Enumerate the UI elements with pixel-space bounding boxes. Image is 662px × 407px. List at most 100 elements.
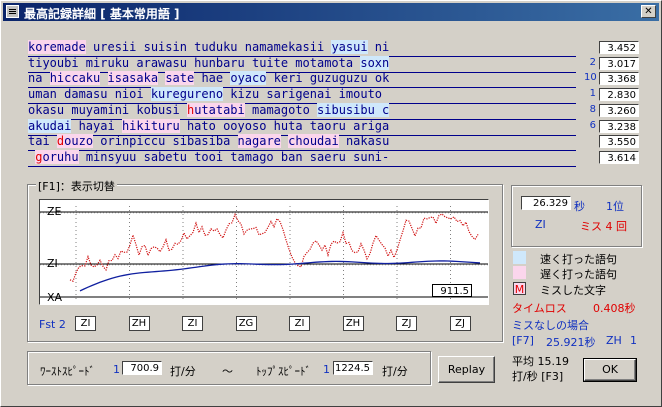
graph-label-top: ZE — [47, 205, 62, 218]
nomiss-rank: ZH — [606, 334, 622, 347]
close-icon[interactable]: ✕ — [641, 5, 656, 18]
slow-legend: 遅く打った語句 — [540, 268, 617, 281]
title-bar: 最高記録詳細 [ 基本常用語 ] ✕ — [3, 3, 659, 21]
top-speed-rank: 1 — [323, 363, 330, 376]
tilde: ～ — [222, 365, 233, 378]
top-speed-unit: 打/分 — [382, 365, 408, 378]
worst-speed-value: 700.9 — [122, 361, 162, 375]
graph-readout: 911.5 — [432, 284, 472, 297]
line-time: 3.260 — [599, 103, 639, 117]
time-unit: 秒 — [574, 200, 585, 213]
slow-word: hikituru — [121, 118, 180, 133]
text-line: okasu muyamini kobusi hutatabi mamagoto … — [28, 102, 576, 120]
section-rank: ZI — [75, 316, 96, 331]
worst-speed-rank: 1 — [113, 363, 120, 376]
fast-word: akudai — [28, 118, 72, 133]
line-time: 3.368 — [599, 72, 639, 86]
text-segment: hayai — [71, 118, 122, 133]
text-segment — [100, 71, 107, 85]
line-time: 3.614 — [599, 150, 639, 164]
text-segment: hae — [194, 71, 231, 86]
text-line: goruhu minsyuu sabetu tooi tamago ban sa… — [28, 149, 576, 167]
window-title: 最高記録詳細 [ 基本常用語 ] — [24, 7, 180, 21]
text-segment: kizu sarigenai imouto — [223, 87, 383, 102]
worst-speed-label: ﾜｰｽﾄｽﾋﾟｰﾄﾞ — [40, 365, 95, 378]
speed-graph — [39, 199, 489, 305]
text-line: na hiccaku isasaka sate hae oyaco keri g… — [28, 71, 576, 89]
text-segment: tiyoubi miruku arawasu hunbaru tuite mot… — [28, 55, 361, 70]
line-time: 3.238 — [599, 119, 639, 133]
text-segment: uresii suisin tuduku namamekasii — [85, 40, 332, 54]
line-miss-position: 10 — [584, 72, 597, 84]
nomiss-place: 1 — [630, 334, 637, 347]
instant-speed-trace — [69, 212, 479, 282]
slow-word: douzo — [56, 134, 94, 149]
line-miss-position: 2 — [589, 56, 596, 68]
text-segment: okasu muyamini kobusi — [28, 102, 187, 117]
section-rank: ZG — [235, 316, 257, 331]
text-line: koremade uresii suisin tuduku namamekasi… — [28, 40, 576, 57]
timeloss-value: 0.408秒 — [593, 302, 636, 315]
nomiss-label: ミスなしの場合 — [512, 319, 589, 332]
fast-word: soxn — [360, 55, 390, 70]
text-segment: orinpiccu sibasiba — [93, 134, 238, 149]
place: 1位 — [606, 200, 624, 213]
top-speed-label: ﾄｯﾌﾟｽﾋﾟｰﾄﾞ — [256, 365, 311, 378]
slow-word: sate — [165, 71, 195, 86]
text-segment: tai — [28, 134, 57, 149]
ok-button[interactable]: OK — [583, 358, 637, 382]
worst-speed-unit: 打/分 — [170, 365, 196, 378]
line-time: 3.452 — [599, 41, 639, 54]
slow-swatch — [513, 266, 526, 279]
average-unit: 打/秒 [F3] — [512, 370, 564, 383]
line-miss-position: 1 — [589, 88, 596, 100]
slow-word: isasaka — [107, 71, 159, 86]
text-line: tai douzo orinpiccu sibasiba nagare chou… — [28, 134, 576, 152]
miss-count: ミス 4 回 — [580, 220, 627, 233]
speed-graph-svg — [40, 206, 488, 299]
text-segment: uman damasu nioi — [28, 87, 151, 102]
fast-word: yasui — [331, 40, 368, 54]
fst-label: Fst 2 — [39, 318, 66, 331]
result-group — [511, 185, 642, 247]
top-speed-value: 1224.5 — [333, 361, 373, 375]
fast-legend: 速く打った語句 — [540, 253, 617, 266]
text-segment: keri guzuguzu ok — [266, 71, 390, 86]
timeloss-label: タイムロス — [512, 302, 567, 315]
section-rank: ZI — [182, 316, 203, 331]
text-segment: ni — [367, 40, 390, 54]
line-time: 3.017 — [599, 56, 639, 70]
line-time: 2.830 — [599, 88, 639, 102]
slow-word: nagare — [237, 134, 281, 149]
section-rank: ZJ — [449, 316, 471, 331]
line-miss-position: 6 — [589, 119, 596, 131]
slow-word: koremade — [28, 40, 86, 54]
section-rank: ZH — [342, 316, 364, 331]
section-rank: ZI — [289, 316, 310, 331]
graph-label-mid: ZI — [47, 257, 58, 270]
text-line: akudai hayai hikituru hato ooyoso huta t… — [28, 118, 576, 136]
text-segment: hato ooyoso huta taoru ariga — [179, 118, 390, 133]
replay-button[interactable]: Replay — [438, 356, 495, 383]
fast-word: sibusibu c — [317, 102, 390, 117]
fast-word: oyaco — [230, 71, 267, 86]
text-line: uman damasu nioi kuregureno kizu sarigen… — [28, 87, 576, 105]
graph-label-bottom: XA — [47, 291, 63, 304]
slow-word: hutatabi — [186, 102, 245, 117]
miss-swatch: M — [513, 282, 526, 296]
total-time: 26.329 — [521, 196, 571, 210]
text-segment: mamagoto — [244, 102, 318, 117]
nomiss-time: 25.921秒 — [546, 336, 596, 349]
text-segment: na — [28, 71, 50, 86]
app-icon[interactable] — [6, 5, 19, 18]
section-rank: ZJ — [396, 316, 417, 331]
slow-word: hiccaku — [49, 71, 101, 86]
slow-word: choudai — [288, 134, 339, 149]
line-miss-position: 8 — [589, 103, 596, 115]
graph-toggle-label: [F1]：表示切替 — [36, 178, 117, 194]
result-rank: ZI — [535, 218, 546, 231]
fast-swatch — [513, 251, 526, 264]
line-time: 3.550 — [599, 135, 639, 149]
text-line: tiyoubi miruku arawasu hunbaru tuite mot… — [28, 55, 576, 73]
miss-legend: ミスした文字 — [540, 284, 606, 297]
